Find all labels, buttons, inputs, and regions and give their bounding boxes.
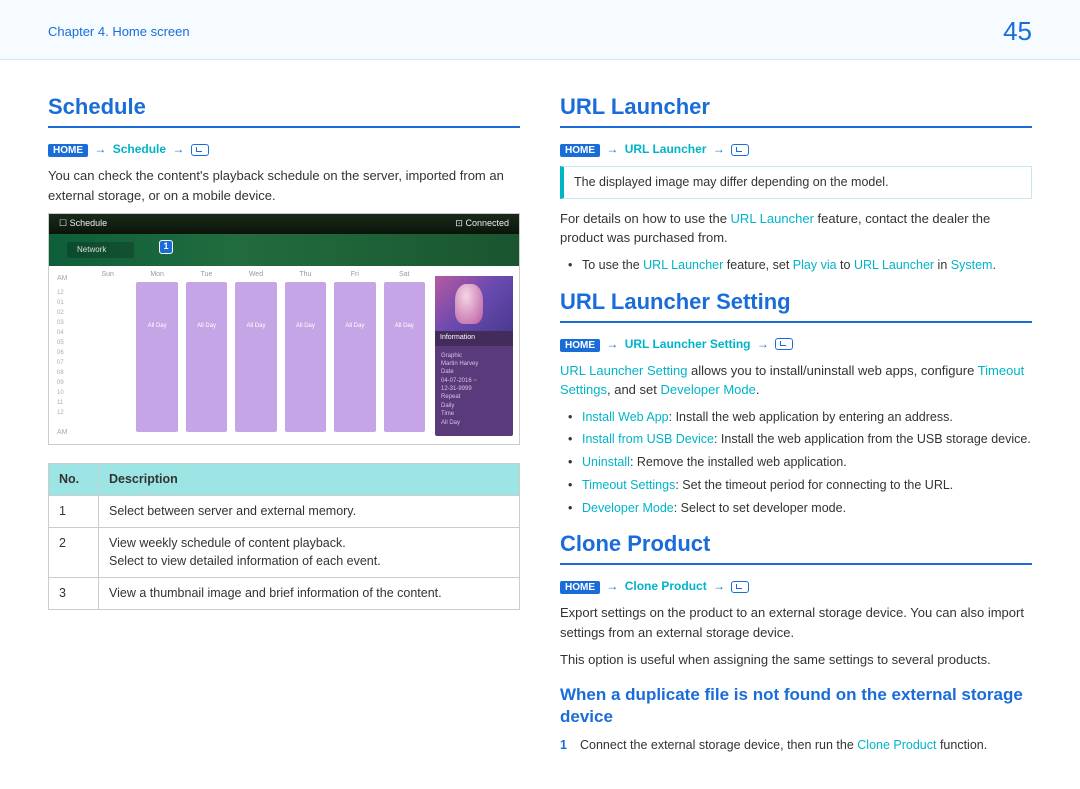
- schedule-heading: Schedule: [48, 90, 520, 128]
- list-item: Timeout Settings: Set the timeout period…: [572, 476, 1032, 495]
- mock-network-tab: Network: [67, 242, 134, 258]
- clone-heading: Clone Product: [560, 527, 1032, 565]
- arrow-icon: →: [757, 337, 769, 351]
- enter-icon: [191, 144, 209, 156]
- clone-p1: Export settings on the product to an ext…: [560, 603, 1032, 642]
- url-setting-list: Install Web App: Install the web applica…: [560, 408, 1032, 518]
- mock-info-text: Graphic Martin Harvey Date 04-07-2016 ~ …: [435, 346, 513, 434]
- mock-grid: All Day All Day All Day All Day All Day …: [83, 274, 429, 436]
- table-row: 1 Select between server and external mem…: [49, 495, 520, 527]
- page-header: Chapter 4. Home screen 45: [0, 0, 1080, 60]
- table-row: 3 View a thumbnail image and brief infor…: [49, 578, 520, 610]
- th-desc: Description: [99, 464, 520, 496]
- enter-icon: [731, 581, 749, 593]
- enter-icon: [775, 338, 793, 350]
- arrow-icon: →: [713, 579, 725, 593]
- url-launcher-p1: For details on how to use the URL Launch…: [560, 209, 1032, 248]
- mock-am-bot: AM: [57, 428, 68, 439]
- breadcrumb-link: URL Launcher: [625, 142, 707, 156]
- schedule-screenshot: ☐ Schedule ⊡ Connected Network 1 2 3 Sun…: [48, 213, 520, 445]
- clone-subheading: When a duplicate file is not found on th…: [560, 684, 1032, 728]
- list-item: Install Web App: Install the web applica…: [572, 408, 1032, 427]
- table-row: 2 View weekly schedule of content playba…: [49, 527, 520, 578]
- mock-info-title: Information: [435, 331, 513, 346]
- arrow-icon: →: [606, 142, 618, 156]
- url-launcher-breadcrumb: HOME → URL Launcher →: [560, 140, 1032, 158]
- breadcrumb-link: Clone Product: [625, 579, 707, 593]
- mock-thumbnail: [435, 276, 513, 331]
- clone-breadcrumb: HOME → Clone Product →: [560, 577, 1032, 595]
- url-launcher-heading: URL Launcher: [560, 90, 1032, 128]
- arrow-icon: →: [606, 337, 618, 351]
- home-chip: HOME: [48, 144, 88, 157]
- arrow-icon: →: [713, 142, 725, 156]
- list-item: Uninstall: Remove the installed web appl…: [572, 453, 1032, 472]
- mock-title: ☐ Schedule: [59, 217, 107, 231]
- left-column: Schedule HOME → Schedule → You can check…: [48, 90, 520, 759]
- list-item: Install from USB Device: Install the web…: [572, 430, 1032, 449]
- breadcrumb-link: URL Launcher Setting: [625, 337, 751, 351]
- page-number: 45: [1003, 12, 1032, 51]
- mock-hours: 12010203040506070809101112: [57, 288, 64, 418]
- chapter-title: Chapter 4. Home screen: [48, 22, 190, 42]
- list-item: 1 Connect the external storage device, t…: [560, 736, 1032, 755]
- home-chip: HOME: [560, 339, 600, 352]
- arrow-icon: →: [606, 579, 618, 593]
- schedule-intro: You can check the content's playback sch…: [48, 166, 520, 205]
- mock-info-panel: Information Graphic Martin Harvey Date 0…: [435, 276, 513, 436]
- description-table: No. Description 1 Select between server …: [48, 463, 520, 610]
- enter-icon: [731, 144, 749, 156]
- arrow-icon: →: [172, 142, 184, 156]
- note-box: The displayed image may differ depending…: [560, 166, 1032, 199]
- url-setting-p1: URL Launcher Setting allows you to insta…: [560, 361, 1032, 400]
- list-item: Developer Mode: Select to set developer …: [572, 499, 1032, 518]
- mock-am-top: AM: [57, 274, 68, 285]
- url-setting-heading: URL Launcher Setting: [560, 285, 1032, 323]
- url-setting-breadcrumb: HOME → URL Launcher Setting →: [560, 335, 1032, 353]
- home-chip: HOME: [560, 581, 600, 594]
- mock-status: ⊡ Connected: [455, 217, 509, 231]
- schedule-breadcrumb: HOME → Schedule →: [48, 140, 520, 158]
- clone-steps: 1 Connect the external storage device, t…: [560, 736, 1032, 755]
- content-area: Schedule HOME → Schedule → You can check…: [0, 60, 1080, 789]
- home-chip: HOME: [560, 144, 600, 157]
- arrow-icon: →: [94, 142, 106, 156]
- right-column: URL Launcher HOME → URL Launcher → The d…: [560, 90, 1032, 759]
- list-item: To use the URL Launcher feature, set Pla…: [572, 256, 1032, 275]
- callout-1: 1: [159, 240, 173, 254]
- clone-p2: This option is useful when assigning the…: [560, 650, 1032, 670]
- breadcrumb-link: Schedule: [113, 142, 166, 156]
- th-no: No.: [49, 464, 99, 496]
